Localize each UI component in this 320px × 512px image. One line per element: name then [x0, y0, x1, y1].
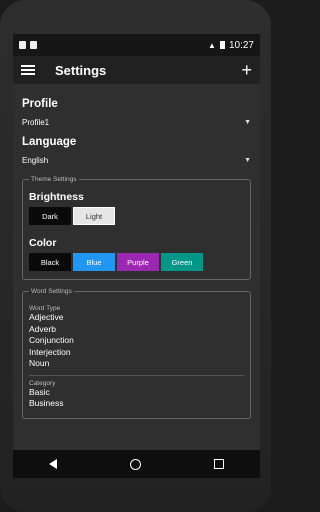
- list-item[interactable]: Conjunction: [29, 335, 244, 347]
- image-notification-icon: [19, 41, 26, 49]
- navigation-bar: [13, 450, 260, 478]
- recent-apps-icon[interactable]: [213, 459, 224, 469]
- word-settings-group: Word Settings Word Type Adjective Adverb…: [22, 288, 251, 419]
- language-value: English: [22, 155, 49, 165]
- status-time: 10:27: [228, 39, 254, 51]
- category-list: Basic Business: [29, 387, 244, 410]
- dropdown-arrow-icon: ▼: [244, 118, 251, 126]
- theme-settings-group: Theme Settings Brightness Dark Light Col…: [22, 176, 251, 280]
- dark-button[interactable]: Dark: [29, 207, 71, 225]
- color-options: Black Blue Purple Green: [29, 253, 244, 271]
- language-dropdown[interactable]: English ▼: [22, 154, 251, 166]
- word-settings-legend: Word Settings: [31, 288, 72, 295]
- blue-button[interactable]: Blue: [73, 253, 115, 271]
- toolbar: Settings +: [13, 56, 260, 84]
- light-button[interactable]: Light: [73, 207, 115, 225]
- list-item[interactable]: Adverb: [29, 324, 244, 336]
- profile-header: Profile: [22, 98, 58, 110]
- phone-frame: ▲ 10:27 Settings + Profile Profile1 ▼ La…: [0, 0, 271, 512]
- android-notification-icon: [30, 41, 37, 49]
- word-type-label: Word Type: [29, 305, 61, 312]
- profile-value: Profile1: [22, 117, 50, 127]
- list-item[interactable]: Noun: [29, 358, 244, 370]
- purple-button[interactable]: Purple: [117, 253, 159, 271]
- list-item[interactable]: Business: [29, 398, 244, 410]
- green-button[interactable]: Green: [161, 253, 203, 271]
- signal-icon: ▲: [208, 40, 216, 50]
- add-icon[interactable]: +: [241, 61, 252, 79]
- list-item[interactable]: Basic: [29, 387, 244, 399]
- theme-settings-legend: Theme Settings: [31, 176, 77, 183]
- black-button[interactable]: Black: [29, 253, 71, 271]
- status-bar: ▲ 10:27: [13, 34, 260, 56]
- settings-content: Profile Profile1 ▼ Language English ▼ Th…: [13, 84, 260, 419]
- list-item[interactable]: Interjection: [29, 347, 244, 359]
- color-label: Color: [29, 237, 57, 249]
- home-icon[interactable]: [129, 458, 141, 470]
- page-title: Settings: [55, 62, 107, 78]
- profile-dropdown[interactable]: Profile1 ▼: [22, 116, 251, 128]
- back-icon[interactable]: [49, 459, 58, 469]
- word-type-list: Adjective Adverb Conjunction Interjectio…: [29, 312, 244, 370]
- category-label: Category: [29, 379, 56, 387]
- dropdown-arrow-icon: ▼: [244, 156, 251, 164]
- list-item[interactable]: Adjective: [29, 312, 244, 324]
- brightness-label: Brightness: [29, 191, 84, 203]
- brightness-options: Dark Light: [29, 207, 244, 225]
- language-header: Language: [22, 136, 77, 148]
- divider: [29, 374, 244, 376]
- hamburger-menu-icon[interactable]: [21, 65, 35, 75]
- battery-icon: [219, 41, 225, 49]
- screen: ▲ 10:27 Settings + Profile Profile1 ▼ La…: [13, 34, 260, 478]
